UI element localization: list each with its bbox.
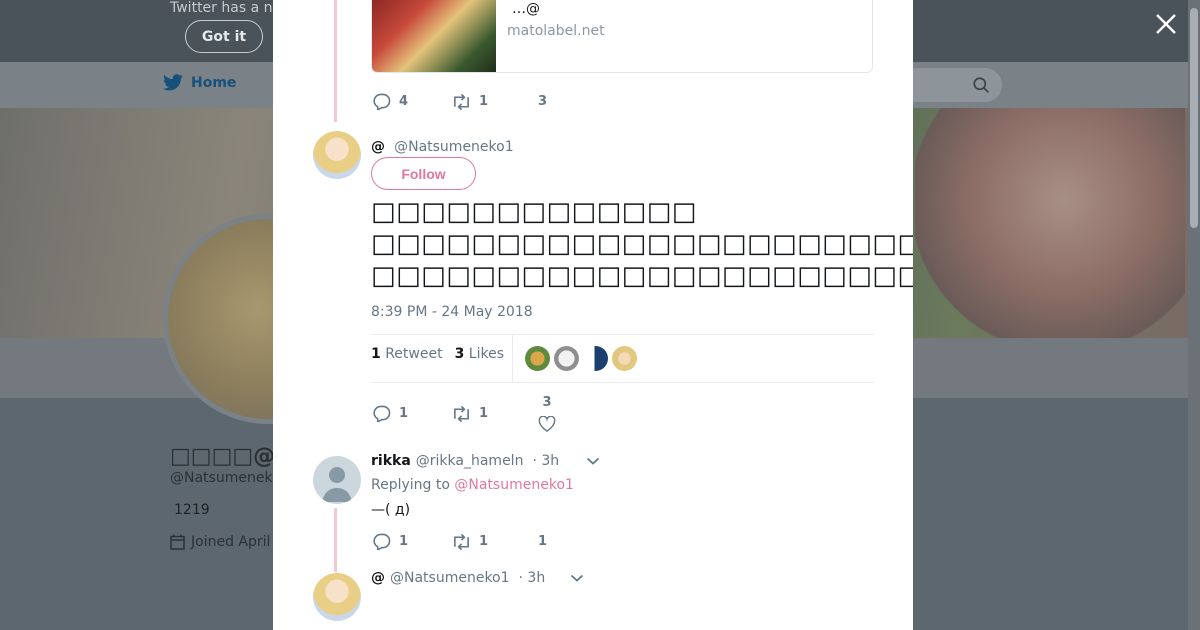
tweet-avatar[interactable] [313,131,361,179]
like-stat-label: Likes [468,346,504,362]
nav-home-label: Home [191,74,237,91]
cover-character [915,108,1185,338]
page-scrollbar[interactable] [1188,0,1200,630]
reply-button[interactable]: 1 [372,533,452,550]
notice-text: Twitter has a n [170,0,273,16]
liker-avatar[interactable] [525,346,550,371]
retweet-count: 1 [479,534,489,549]
reply-avatar[interactable] [313,456,361,504]
like-count: 1 [538,534,548,549]
chevron-down-icon[interactable] [586,456,600,466]
link-card-image [372,0,496,72]
like-button[interactable]: 1 [538,534,547,549]
retweet-stat-label: Retweet [385,346,443,362]
scrollbar-thumb[interactable] [1190,8,1198,228]
like-count: 3 [538,94,548,109]
liker-avatar[interactable] [554,346,579,371]
retweet-stat-count: 1 [371,346,381,362]
retweet-count: 1 [479,94,489,109]
profile-joined: Joined April [170,534,270,550]
chevron-down-icon[interactable] [570,573,584,583]
tweet-text: □□□□□□□□□□□□□ □□□□□□□□□□□□□□□□□□□□□□ □□□□… [371,196,913,292]
link-card[interactable]: …@ matolabel.net [371,0,873,73]
reply-author-name[interactable]: rikka [371,453,411,469]
retweet-icon [454,93,469,110]
follow-button[interactable]: Follow [371,157,476,190]
reply-author-handle[interactable]: @rikka_hameln [416,453,524,469]
joined-text: Joined April [191,534,271,550]
profile-count: 1219 [174,502,210,518]
liker-avatars [512,335,637,382]
like-stat[interactable]: 3 Likes [455,346,504,362]
liker-avatar[interactable] [583,346,608,371]
tweet-header: @ @Natsumeneko1 [371,136,514,155]
replying-to-label: Replying to [371,477,450,493]
tweet-actions: 1 1 3 [372,395,556,432]
search-icon [973,77,989,93]
like-button[interactable]: 3 [538,94,547,109]
retweet-button[interactable]: 1 [452,533,538,550]
twitter-bird-icon [163,74,183,91]
retweet-button[interactable]: 1 [452,93,538,110]
replying-to: Replying to @Natsumeneko1 [371,477,574,493]
tweet-timestamp[interactable]: 8:39 PM - 24 May 2018 [371,304,533,320]
link-card-title: …@ [512,1,540,17]
heart-icon [538,416,556,432]
profile-handle: @Natsumenek [170,470,273,486]
tweet-text-line-2: □□□□□□□□□□□□□□□□□□□□□□□□□□□□□□□□□□□□□□□□ [371,229,913,259]
reply-time[interactable]: · 3h [519,570,546,586]
tweet-counts: 1 Retweet 3 Likes [371,346,504,362]
retweet-icon [454,533,469,550]
like-count: 3 [542,395,552,410]
reply-actions: 1 1 1 [372,533,547,550]
reply-author-name[interactable]: @ [371,570,385,586]
retweet-stat[interactable]: 1 Retweet [371,346,443,362]
divider-bottom [371,382,874,383]
retweet-button[interactable]: 1 [452,405,538,422]
reply-count: 4 [399,94,409,109]
calendar-icon [170,534,185,550]
reply-author-handle[interactable]: @Natsumeneko1 [390,570,510,586]
prev-tweet-actions: 4 1 3 [372,93,547,110]
reply-text: —( д) [371,502,411,518]
tweet-modal: …@ matolabel.net 4 1 3 @ @Natsumeneko1 F… [273,0,913,630]
reply-time[interactable]: · 3h [532,453,559,469]
tweet-author-name[interactable]: @ [371,139,385,155]
reply-button[interactable]: 4 [372,93,452,110]
thread-line [334,0,337,122]
reply-count: 1 [399,406,409,421]
reply-button[interactable]: 1 [372,405,452,422]
nav-home[interactable]: Home [163,74,236,91]
close-icon[interactable] [1154,12,1178,36]
reply-count: 1 [399,534,409,549]
retweet-icon [454,405,469,422]
liker-avatar[interactable] [612,346,637,371]
default-avatar-icon [322,467,352,502]
reply-header: @ @Natsumeneko1 · 3h [371,570,584,586]
reply-icon [373,533,391,550]
reply-icon [373,405,391,422]
like-button[interactable]: 3 [538,395,556,432]
reply-icon [373,93,391,110]
search-box[interactable] [900,68,1002,102]
tweet-text-line-1: □□□□□□□□□□□□□ [371,197,697,227]
thread-line [334,508,337,572]
link-card-domain: matolabel.net [507,23,605,39]
tweet-text-line-3: □□□□□□□□□□□□□□□□□□□□□□□□□□□□□□□□□□□□□□□□… [371,261,913,291]
reply-header: rikka @rikka_hameln · 3h [371,453,600,469]
got-it-button[interactable]: Got it [185,20,263,53]
tweet-author-handle[interactable]: @Natsumeneko1 [394,139,514,155]
replying-to-handle[interactable]: @Natsumeneko1 [454,477,574,493]
reply-avatar[interactable] [313,573,361,621]
retweet-count: 1 [479,406,489,421]
like-stat-count: 3 [454,346,465,362]
